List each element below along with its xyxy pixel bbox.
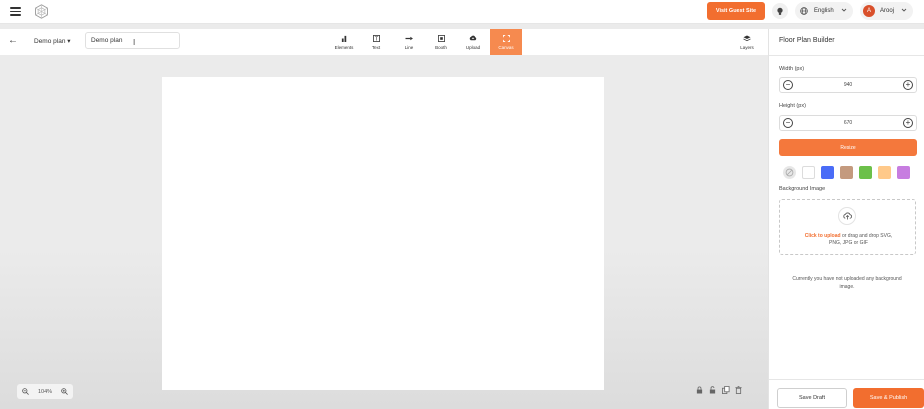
width-label: Width (px) <box>779 66 805 72</box>
color-swatch-blue[interactable] <box>821 166 834 179</box>
floor-plan-canvas[interactable] <box>162 77 604 390</box>
line-icon <box>405 36 413 40</box>
height-label: Height (px) <box>779 103 806 109</box>
layers-icon <box>743 34 751 41</box>
color-swatch-peach[interactable] <box>878 166 891 179</box>
elements-icon <box>341 35 346 42</box>
upload-instructions-rest: or drag and drop SVG, <box>840 233 893 239</box>
width-decrement-button[interactable]: − <box>783 80 793 90</box>
color-swatch-tan[interactable] <box>840 166 853 179</box>
lock-icon[interactable] <box>695 385 704 394</box>
tool-label: Canvas <box>498 44 514 50</box>
tool-text[interactable]: T Text <box>360 29 392 55</box>
text-cursor-icon: I <box>133 38 136 47</box>
color-swatch-green[interactable] <box>859 166 872 179</box>
visit-guest-site-button[interactable]: Visit Guest Site <box>707 2 765 20</box>
trash-icon[interactable] <box>734 385 743 394</box>
tool-line[interactable]: Line <box>393 29 425 55</box>
width-increment-button[interactable]: + <box>903 80 913 90</box>
plan-dropdown-label: Demo plan <box>34 38 66 45</box>
no-color-icon <box>785 168 794 177</box>
no-background-message: Currently you have not uploaded any back… <box>792 276 902 290</box>
avatar: A <box>863 5 875 17</box>
width-stepper: − 940 + <box>779 77 917 93</box>
height-decrement-button[interactable]: − <box>783 118 793 128</box>
tool-upload[interactable]: Upload <box>457 29 489 55</box>
color-swatches <box>783 166 910 179</box>
chevron-down-icon <box>841 8 847 12</box>
floor-plan-builder-panel: Floor Plan Builder Width (px) − 940 + He… <box>768 29 924 409</box>
panel-footer: Save Draft Save & Publish <box>769 379 924 409</box>
layers-label: Layers <box>740 44 754 50</box>
color-swatch-white[interactable] <box>802 166 815 179</box>
editor-toolbar: ← Demo plan ▾ I Elements T Text Line Boo… <box>0 29 768 55</box>
unlock-icon[interactable] <box>708 385 717 394</box>
tool-label: Upload <box>465 44 481 50</box>
canvas-workspace: 104% <box>0 56 768 409</box>
lightbulb-icon[interactable] <box>772 3 788 19</box>
top-bar: Visit Guest Site English A Arooj <box>0 0 924 24</box>
save-publish-button[interactable]: Save & Publish <box>853 388 924 408</box>
zoom-in-icon[interactable] <box>61 388 68 395</box>
copy-icon[interactable] <box>721 385 730 394</box>
tool-label: Text <box>371 44 381 50</box>
upload-instructions: Click to upload or drag and drop SVG, PN… <box>780 233 917 247</box>
tool-elements[interactable]: Elements <box>328 29 360 55</box>
panel-title: Floor Plan Builder <box>779 37 835 44</box>
user-name: Arooj <box>880 8 895 14</box>
divider <box>769 55 924 56</box>
upload-cloud-icon <box>469 35 477 40</box>
save-draft-button[interactable]: Save Draft <box>777 388 847 408</box>
resize-button[interactable]: Resize <box>779 139 917 156</box>
plan-dropdown[interactable]: Demo plan ▾ <box>34 37 71 45</box>
color-swatch-purple[interactable] <box>897 166 910 179</box>
logo-icon <box>35 4 48 19</box>
user-menu[interactable]: A Arooj <box>860 2 913 20</box>
chevron-down-icon <box>901 8 907 12</box>
tool-booth[interactable]: Booth <box>425 29 457 55</box>
zoom-level: 104% <box>37 388 53 395</box>
upload-formats: PNG, JPG or GIF <box>829 240 868 246</box>
tool-canvas[interactable]: Canvas <box>490 29 522 55</box>
zoom-out-icon[interactable] <box>22 388 29 395</box>
tool-label: Line <box>404 44 414 50</box>
canvas-actions <box>695 385 743 394</box>
globe-icon <box>800 7 808 15</box>
click-to-upload-link[interactable]: Click to upload <box>805 233 841 239</box>
booth-icon <box>437 34 445 42</box>
language-selector[interactable]: English <box>795 2 853 20</box>
language-label: English <box>814 8 834 14</box>
menu-icon[interactable] <box>10 7 21 16</box>
tool-label: Elements <box>334 44 354 50</box>
height-increment-button[interactable]: + <box>903 118 913 128</box>
height-value[interactable]: 670 <box>844 120 852 126</box>
caret-down-icon: ▾ <box>67 38 71 45</box>
height-stepper: − 670 + <box>779 115 917 131</box>
upload-icon <box>838 207 856 225</box>
no-color-swatch[interactable] <box>783 166 796 179</box>
layers-button[interactable]: Layers <box>732 29 762 55</box>
background-image-label: Background Image <box>779 186 826 192</box>
background-upload-dropzone[interactable]: Click to upload or drag and drop SVG, PN… <box>779 199 916 255</box>
canvas-expand-icon <box>502 34 510 42</box>
zoom-control: 104% <box>17 384 73 399</box>
back-arrow-icon[interactable]: ← <box>8 36 18 46</box>
text-icon: T <box>372 34 380 42</box>
width-value[interactable]: 940 <box>844 82 852 88</box>
tool-label: Booth <box>435 44 447 50</box>
